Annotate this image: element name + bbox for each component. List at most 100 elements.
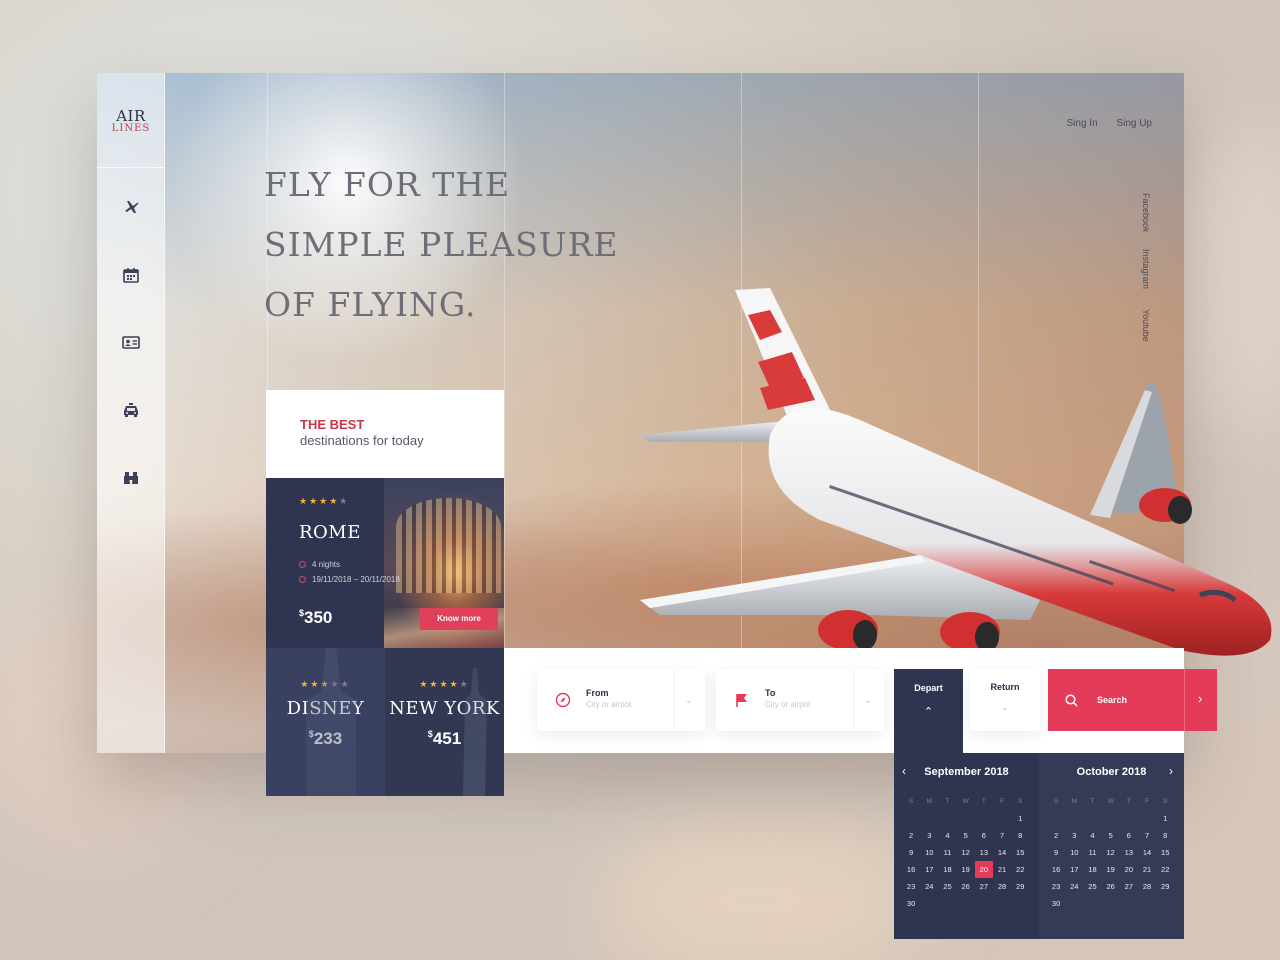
calendar-day[interactable]: 4 [938, 827, 956, 844]
headline-line: SIMPLE PLEASURE [264, 225, 619, 264]
calendar-day[interactable]: 29 [1156, 878, 1174, 895]
calendar-day[interactable]: 24 [1065, 878, 1083, 895]
dates-text: 19/11/2018 – 20/11/2018 [312, 575, 400, 584]
calendar-day[interactable]: 3 [920, 827, 938, 844]
calendar-day[interactable]: 20 [974, 861, 993, 878]
sign-up-link[interactable]: Sing Up [1116, 118, 1152, 129]
calendar-day[interactable]: 27 [1120, 878, 1138, 895]
calendar-day[interactable]: 7 [1138, 827, 1156, 844]
calendar-day[interactable]: 30 [902, 895, 920, 912]
calendar-day[interactable]: 10 [920, 844, 938, 861]
calendar-day[interactable]: 1 [1156, 810, 1174, 827]
calendar-day[interactable]: 1 [1011, 810, 1029, 827]
calendar-day[interactable]: 14 [993, 844, 1011, 861]
logo[interactable]: AIR LINES [97, 73, 165, 168]
calendar-day[interactable]: 12 [1102, 844, 1120, 861]
chevron-down-icon[interactable]: ⌄ [864, 695, 872, 706]
calendar-day[interactable]: 17 [1065, 861, 1083, 878]
chevron-down-icon[interactable]: ⌄ [685, 695, 693, 706]
calendar-day[interactable]: 5 [957, 827, 975, 844]
chevron-right-icon[interactable]: › [1198, 691, 1202, 706]
heading-subtitle: destinations for today [300, 433, 424, 448]
calendar-day[interactable]: 25 [1083, 878, 1101, 895]
weekday-label: F [1145, 798, 1150, 805]
calendar-day[interactable]: 30 [1047, 895, 1065, 912]
depart-picker[interactable]: Depart ⌃ [894, 669, 963, 753]
calendar-day[interactable]: 3 [1065, 827, 1083, 844]
return-label: Return [990, 682, 1020, 692]
nights-info: 4 nights [299, 560, 340, 569]
calendar-day[interactable]: 20 [1120, 861, 1138, 878]
calendar-day[interactable]: 29 [1011, 878, 1029, 895]
calendar-day[interactable]: 16 [902, 861, 920, 878]
calendar-day[interactable]: 24 [920, 878, 938, 895]
calendar-month: › October 2018 S M T W T F S 1 2 3 4 5 6 7 8 9 10 11 12 13 1… [1039, 753, 1184, 939]
calendar-day[interactable]: 11 [1083, 844, 1101, 861]
calendar-day[interactable]: 4 [1083, 827, 1101, 844]
search-button[interactable]: Search › [1048, 669, 1217, 731]
calendar-day[interactable]: 19 [957, 861, 975, 878]
destination-tile[interactable]: ★★★★★ NEW YORK $451 [385, 648, 504, 796]
to-input[interactable] [765, 700, 855, 709]
calendar-day[interactable]: 22 [1156, 861, 1174, 878]
calendar-day[interactable]: 2 [1047, 827, 1065, 844]
headline-line: FLY FOR THE [264, 165, 511, 204]
calendar-day[interactable]: 15 [1011, 844, 1029, 861]
featured-destination-card[interactable]: ★★★★★ ROME 4 nights 19/11/2018 – 20/11/2… [266, 478, 504, 648]
calendar-day[interactable]: 22 [1011, 861, 1029, 878]
calendar-day[interactable]: 19 [1102, 861, 1120, 878]
week-row: 30 [1047, 895, 1182, 912]
destination-tile[interactable]: ★★★★★ DISNEY $233 [266, 648, 385, 796]
calendar-day[interactable]: 5 [1102, 827, 1120, 844]
calendar-day[interactable]: 21 [993, 861, 1011, 878]
chevron-down-icon: ⌄ [1001, 702, 1009, 712]
calendar-day[interactable]: 28 [1138, 878, 1156, 895]
calendar-day[interactable]: 9 [1047, 844, 1065, 861]
divider [1184, 669, 1185, 731]
calendar-day[interactable]: 13 [1120, 844, 1138, 861]
calendar-empty [920, 810, 938, 827]
calendar-day[interactable]: 6 [1120, 827, 1138, 844]
from-input[interactable] [586, 700, 676, 709]
calendar-day[interactable]: 15 [1156, 844, 1174, 861]
day-grid: S M T W T F S 1 2 3 4 5 6 7 8 9 10 11 12 13 14 15 16 17 18 19 20 21… [1047, 793, 1182, 912]
calendar-day[interactable]: 10 [1065, 844, 1083, 861]
plane-icon[interactable] [121, 197, 141, 217]
calendar-day[interactable]: 21 [1138, 861, 1156, 878]
month-title: October 2018 [1076, 766, 1147, 778]
calendar-day[interactable]: 26 [957, 878, 975, 895]
calendar-day[interactable]: 11 [938, 844, 956, 861]
calendar-day[interactable]: 14 [1138, 844, 1156, 861]
from-field[interactable]: From ⌄ [537, 669, 705, 731]
calendar-day[interactable]: 2 [902, 827, 920, 844]
calendar-day[interactable]: 17 [920, 861, 938, 878]
binoculars-icon[interactable] [121, 468, 141, 488]
know-more-button[interactable]: Know more [420, 608, 498, 630]
calendar-day[interactable]: 18 [938, 861, 956, 878]
taxi-icon[interactable] [121, 400, 141, 420]
calendar-day[interactable]: 18 [1083, 861, 1101, 878]
calendar-day[interactable]: 25 [938, 878, 956, 895]
calendar-day[interactable]: 23 [902, 878, 920, 895]
calendar-empty [1156, 895, 1174, 912]
calendar-day[interactable]: 13 [975, 844, 993, 861]
calendar-day[interactable]: 8 [1156, 827, 1174, 844]
calendar-day[interactable]: 7 [993, 827, 1011, 844]
calendar-day[interactable]: 26 [1102, 878, 1120, 895]
calendar-day[interactable]: 27 [975, 878, 993, 895]
calendar-day[interactable]: 28 [993, 878, 1011, 895]
calendar-empty [993, 895, 1011, 912]
calendar-icon[interactable] [121, 265, 141, 285]
facebook-link[interactable]: Facebook [1141, 193, 1151, 233]
calendar-day[interactable]: 6 [975, 827, 993, 844]
month-title: September 2018 [924, 766, 1009, 778]
calendar-day[interactable]: 12 [957, 844, 975, 861]
to-field[interactable]: To ⌄ [716, 669, 884, 731]
calendar-day[interactable]: 23 [1047, 878, 1065, 895]
return-picker[interactable]: Return ⌄ [970, 669, 1040, 731]
calendar-day[interactable]: 9 [902, 844, 920, 861]
sign-in-link[interactable]: Sing In [1067, 118, 1098, 129]
id-card-icon[interactable] [121, 332, 141, 352]
calendar-day[interactable]: 16 [1047, 861, 1065, 878]
calendar-day[interactable]: 8 [1011, 827, 1029, 844]
